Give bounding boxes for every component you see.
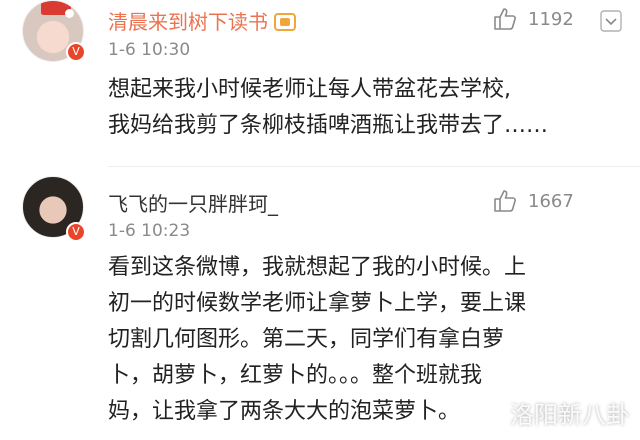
- thumbs-up-icon: [494, 190, 516, 212]
- like-button[interactable]: 1667: [492, 188, 574, 214]
- verified-badge-icon: V: [66, 42, 86, 62]
- username[interactable]: 飞飞的一只胖胖珂_: [108, 188, 278, 217]
- comment-item: V 清晨来到树下读书 1-6 10:30 1192 想起来我小时候老师让每人带盆…: [0, 0, 640, 168]
- like-button[interactable]: 1192: [492, 6, 574, 32]
- comment-line: 想起来我小时候老师让每人带盆花去学校,: [108, 77, 511, 102]
- verified-badge-icon: V: [66, 222, 86, 242]
- like-count: 1667: [528, 190, 574, 212]
- comment-line: 初一的时候数学老师让拿萝卜上学，要上课: [108, 291, 527, 316]
- comment-line: 卜，胡萝卜，红萝卜的。。。整个班就我: [108, 363, 483, 388]
- comment-line: 看到这条微博，我就想起了我的小时候。上: [108, 255, 527, 280]
- watermark: 洛阳新八卦: [510, 401, 630, 429]
- vip-crown-icon: [274, 13, 296, 31]
- comment-line: 我妈给我剪了条柳枝插啤酒瓶让我带去了……: [108, 113, 549, 138]
- comment-time: 1-6 10:23: [108, 221, 191, 241]
- like-count: 1192: [528, 8, 574, 30]
- username[interactable]: 清晨来到树下读书: [108, 6, 296, 35]
- comment-time: 1-6 10:30: [108, 40, 191, 60]
- chevron-down-icon: [600, 10, 622, 32]
- comment-line: 切割几何图形。第二天，同学们有拿白萝: [108, 327, 505, 352]
- thumbs-up-icon: [494, 8, 516, 30]
- comment-text: 想起来我小时候老师让每人带盆花去学校, 我妈给我剪了条柳枝插啤酒瓶让我带去了……: [108, 72, 624, 144]
- divider: [108, 166, 640, 167]
- hat-pompom-icon: [65, 9, 74, 18]
- username-text[interactable]: 清晨来到树下读书: [108, 10, 268, 34]
- more-options-button[interactable]: [600, 10, 622, 32]
